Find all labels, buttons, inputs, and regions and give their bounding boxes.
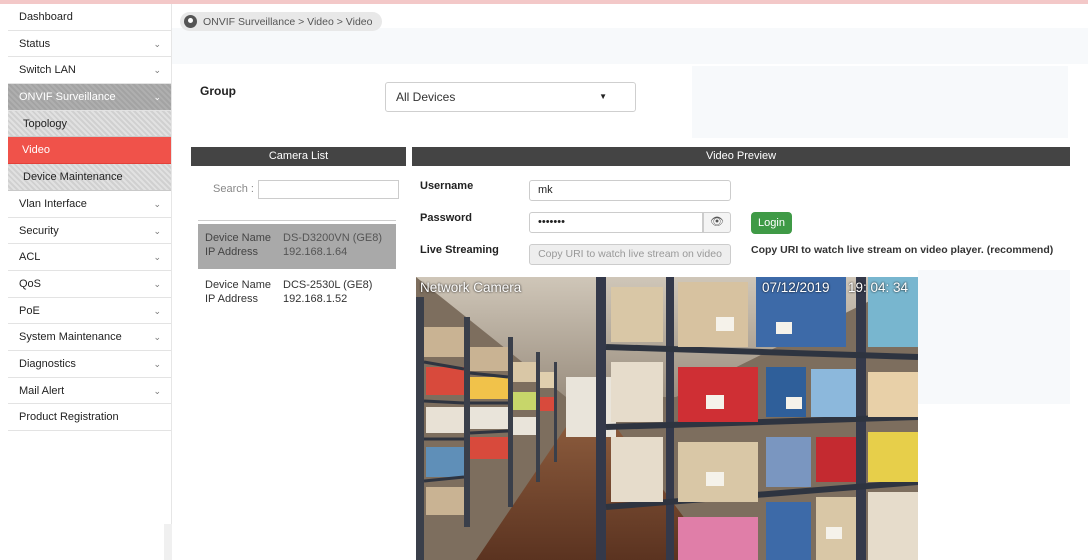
chevron-down-icon: ⌄ [153,252,161,263]
password-field[interactable]: ••••••• [529,212,703,233]
caret-down-icon: ▼ [599,92,607,101]
video-stream[interactable] [416,277,918,560]
username-label: Username [420,180,474,192]
chevron-down-icon: ⌄ [153,38,161,49]
device-item-dcs-2530l[interactable]: Device Name DCS-2530L (GE8) IP Address 192… [198,271,396,315]
sidebar-item-system-maintenance[interactable]: System Maintenance ⌄ [8,324,171,351]
copy-uri-button[interactable]: Copy URI to watch live stream on video [529,244,731,265]
warehouse-video-frame [416,277,918,560]
device-ip: 192.168.1.52 [283,293,348,305]
chevron-down-icon: ⌄ [153,278,161,289]
camera-list-header: Camera List [191,147,406,166]
sidebar-nav: Dashboard Status ⌄ Switch LAN ⌄ ONVIF Surv… [8,4,172,560]
search-input[interactable] [258,180,399,199]
search-label: Search : [213,183,254,195]
video-osd-date: 07/12/2019 [762,280,830,295]
chevron-down-icon: ⌄ [153,385,161,396]
sidebar-scrollbar[interactable] [164,524,172,560]
sidebar-item-label: Diagnostics [19,357,76,370]
chevron-down-icon: ⌄ [153,332,161,343]
sidebar-item-security[interactable]: Security ⌄ [8,217,171,245]
camera-list-divider [198,220,396,221]
device-name-key: Device Name [205,279,272,291]
group-select[interactable]: All Devices ▼ [385,82,636,112]
sidebar-item-acl[interactable]: ACL ⌄ [8,244,171,271]
chevron-down-icon: ⌄ [153,92,161,103]
sidebar-item-status[interactable]: Status ⌄ [8,30,171,58]
sidebar-item-video[interactable]: Video [8,137,171,165]
chevron-down-icon: ⌄ [153,305,161,316]
sidebar-item-dashboard[interactable]: Dashboard [8,4,171,31]
sidebar-item-label: Mail Alert [19,384,65,397]
sidebar-item-qos[interactable]: QoS ⌄ [8,270,171,298]
sidebar-item-onvif-surveillance[interactable]: ONVIF Surveillance ⌄ [8,84,171,111]
header-band [172,28,1088,64]
sidebar-item-diagnostics[interactable]: Diagnostics ⌄ [8,350,171,378]
preview-side-band [918,270,1070,404]
login-button[interactable]: Login [751,212,792,234]
chevron-down-icon: ⌄ [153,358,161,369]
sidebar-item-mail-alert[interactable]: Mail Alert ⌄ [8,377,171,405]
sidebar-item-vlan-interface[interactable]: Vlan Interface ⌄ [8,190,171,218]
device-item-ds-d3200vn[interactable]: Device Name DS-D3200VN (GE8) IP Address 19… [198,224,396,269]
sidebar-item-poe[interactable]: PoE ⌄ [8,297,171,325]
sidebar-item-label: System Maintenance [19,331,122,344]
video-preview-header: Video Preview [412,147,1070,166]
sidebar-item-label: ONVIF Surveillance [19,91,116,104]
sidebar-item-product-registration[interactable]: Product Registration [8,404,171,431]
breadcrumb-text: ONVIF Surveillance > Video > Video [203,15,373,28]
sidebar-item-label: QoS [19,277,42,290]
device-ip-key: IP Address [205,246,258,258]
sidebar-item-label: Dashboard [19,11,73,23]
sidebar-item-label: Status [19,37,51,50]
device-name-key: Device Name [205,232,272,244]
chevron-down-icon: ⌄ [153,198,161,209]
sidebar-item-label: Device Maintenance [23,171,123,184]
chevron-down-icon: ⌄ [153,225,161,236]
sidebar-item-label: Security [19,224,59,237]
sidebar-item-label: Video [22,144,50,157]
sidebar-item-label: PoE [19,304,40,317]
group-select-value: All Devices [396,90,456,104]
device-name: DS-D3200VN (GE8) [283,232,383,244]
device-ip-key: IP Address [205,293,258,305]
copy-uri-note: Copy URI to watch live stream on video p… [751,244,1054,256]
password-label: Password [420,212,472,224]
location-pin-icon [184,15,197,28]
sidebar-item-label: ACL [19,251,41,264]
live-streaming-label: Live Streaming [420,244,499,256]
eye-off-icon[interactable]: 👁 [703,212,731,233]
sidebar-item-label: Switch LAN [19,64,76,77]
sidebar-item-label: Topology [23,117,68,130]
breadcrumb: ONVIF Surveillance > Video > Video [180,12,383,31]
sidebar-item-topology[interactable]: Topology [8,110,171,138]
sidebar-item-switch-lan[interactable]: Switch LAN ⌄ [8,57,171,85]
sidebar-item-label: Product Registration [19,411,119,424]
sidebar-item-label: Vlan Interface [19,197,87,210]
device-name: DCS-2530L (GE8) [283,279,373,291]
device-ip: 192.168.1.64 [283,246,348,258]
sidebar-item-device-maintenance[interactable]: Device Maintenance [8,164,171,191]
video-osd-title: Network Camera [420,280,522,295]
group-label: Group [200,84,236,98]
video-osd-time: 19: 04: 34 [848,280,909,295]
username-field[interactable]: mk [529,180,731,201]
chevron-down-icon: ⌄ [153,65,161,76]
